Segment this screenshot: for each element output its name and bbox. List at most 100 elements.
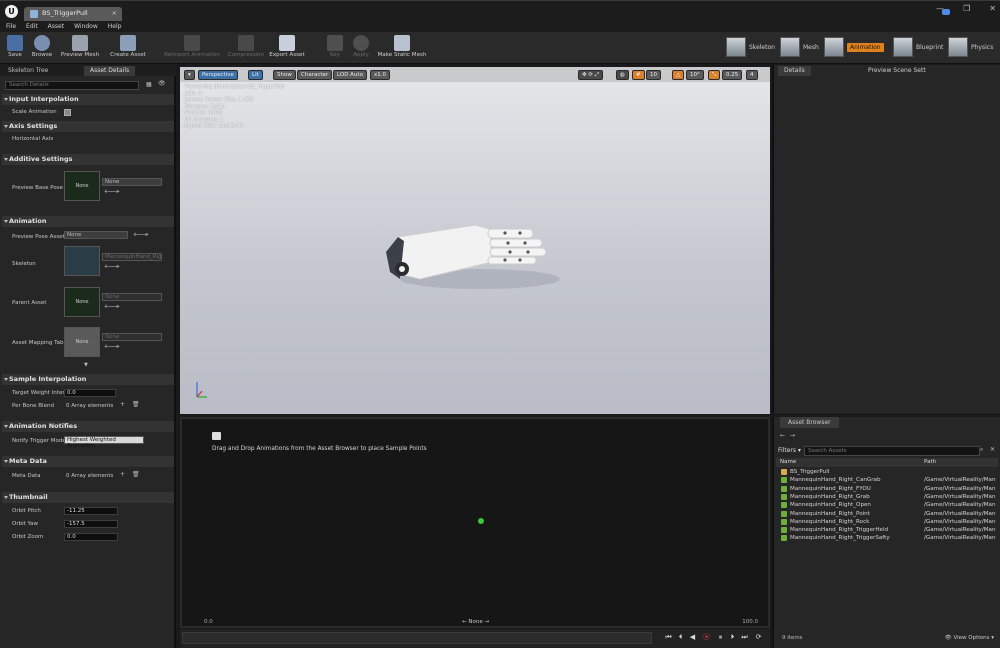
asset-row[interactable]: MannequinHand_Right_FYOU/Game/VirtualRea… (776, 485, 998, 493)
show-button[interactable]: Show (273, 70, 296, 80)
asset-row[interactable]: BS_TriggerPull (776, 468, 998, 476)
clear-search-icon[interactable]: ✕ (990, 446, 995, 453)
compression-button[interactable]: Compression (226, 34, 266, 62)
tab-preview-scene-settings[interactable]: Preview Scene Sett (862, 66, 932, 76)
preview-base-pose-dropdown[interactable]: None (102, 178, 162, 186)
mode-animation[interactable]: Animation (824, 35, 884, 59)
step-forward-icon[interactable]: ⏵ (728, 633, 737, 642)
asset-search-input[interactable]: Search Assets (804, 446, 980, 456)
menu-window[interactable]: Window (74, 21, 98, 32)
rotation-snap-icon[interactable]: △ (672, 70, 685, 80)
filters-button[interactable]: Filters ▾ (778, 447, 801, 454)
record-icon[interactable]: ⦿ (702, 633, 711, 642)
tab-skeleton-tree[interactable]: Skeleton Tree (2, 66, 54, 76)
preview-mesh-button[interactable]: Preview Mesh (58, 34, 102, 62)
parent-asset-dropdown[interactable]: None (102, 293, 162, 301)
scale-snap-icon[interactable]: ⤡ (708, 70, 721, 80)
browse-asset-icon[interactable]: ⌕ (116, 263, 119, 271)
orbit-pitch-input[interactable]: -11.25 (64, 507, 118, 515)
section-axis-settings[interactable]: Axis Settings (2, 121, 174, 132)
play-reverse-icon[interactable]: ◀ (688, 633, 697, 642)
mode-blueprint[interactable]: Blueprint (893, 35, 943, 59)
blend-space-editor[interactable]: Drag and Drop Animations from the Asset … (180, 417, 770, 628)
section-additive-settings[interactable]: Additive Settings (2, 154, 174, 165)
mode-skeleton[interactable]: Skeleton (726, 35, 775, 59)
skip-to-start-icon[interactable]: ⏮ (664, 633, 673, 642)
orbit-yaw-input[interactable]: -157.5 (64, 520, 118, 528)
hand-mesh[interactable] (380, 217, 570, 297)
forward-arrow-icon[interactable]: → (790, 432, 795, 439)
orbit-zoom-input[interactable]: 0.0 (64, 533, 118, 541)
add-element-icon[interactable]: + (120, 401, 125, 408)
section-thumbnail[interactable]: Thumbnail (2, 492, 174, 503)
tab-asset-details[interactable]: Asset Details (84, 66, 136, 76)
section-sample-interpolation[interactable]: Sample Interpolation (2, 374, 174, 385)
section-animation-notifies[interactable]: Animation Notifies (2, 421, 174, 432)
grid-snap-icon[interactable]: # (632, 70, 645, 80)
maximize-button[interactable]: ❐ (963, 4, 970, 16)
menu-file[interactable]: File (6, 21, 16, 32)
key-button[interactable]: Key (325, 34, 345, 62)
menu-help[interactable]: Help (108, 21, 122, 32)
viewport-options-button[interactable]: ▾ (184, 70, 195, 80)
pause-icon[interactable]: ⏸ (716, 633, 725, 642)
target-weight-input[interactable]: 0.0 (64, 389, 116, 397)
delete-elements-icon[interactable]: 🗑 (132, 471, 140, 478)
details-search-input[interactable]: Search Details (5, 81, 139, 90)
asset-row[interactable]: MannequinHand_Right_Point/Game/VirtualRe… (776, 510, 998, 518)
section-meta-data[interactable]: Meta Data (2, 456, 174, 467)
preview-pose-asset-dropdown[interactable]: None (64, 231, 128, 239)
skeleton-dropdown[interactable]: MannequinHand_Right_Skeleton (102, 253, 162, 261)
mode-physics[interactable]: Physics (948, 35, 993, 59)
browse-asset-icon[interactable]: ⌕ (116, 343, 119, 351)
timeline-track[interactable] (182, 632, 652, 644)
apply-button[interactable]: Apply (350, 34, 372, 62)
document-tab[interactable]: BS_TriggerPull × (24, 7, 122, 22)
camera-speed-value[interactable]: 4 (746, 70, 758, 80)
asset-row[interactable]: MannequinHand_Right_Rock/Game/VirtualRea… (776, 518, 998, 526)
back-arrow-icon[interactable]: ← (780, 432, 785, 439)
property-matrix-icon[interactable]: ▦ (146, 81, 152, 88)
browse-button[interactable]: Browse (28, 34, 56, 62)
tab-details[interactable]: Details (778, 66, 811, 76)
asset-row[interactable]: MannequinHand_Right_TriggerHeld/Game/Vir… (776, 526, 998, 534)
view-options-button[interactable]: 👁 View Options ▾ (945, 635, 994, 641)
scale-animation-checkbox[interactable] (64, 109, 71, 116)
create-asset-button[interactable]: Create Asset (106, 34, 150, 62)
close-window-button[interactable]: ✕ (989, 4, 996, 16)
playback-speed-button[interactable]: x1.0 (370, 70, 391, 80)
section-input-interpolation[interactable]: Input Interpolation (2, 94, 174, 105)
character-button[interactable]: Character (297, 70, 333, 80)
loop-icon[interactable]: ⟳ (754, 633, 763, 642)
column-path[interactable]: Path (924, 458, 936, 467)
notify-trigger-mode-dropdown[interactable]: Highest Weighted Animation (64, 436, 144, 449)
minimize-button[interactable]: — (936, 4, 944, 16)
world-local-toggle-icon[interactable]: ◍ (616, 70, 629, 80)
delete-elements-icon[interactable]: 🗑 (132, 401, 140, 408)
reimport-animation-button[interactable]: Reimport Animation (162, 34, 222, 62)
export-asset-button[interactable]: Export Asset (268, 34, 306, 62)
section-animation[interactable]: Animation (2, 216, 174, 227)
preview-sample-point[interactable] (478, 518, 484, 524)
close-tab-icon[interactable]: × (112, 9, 117, 17)
step-back-icon[interactable]: ⏴ (676, 633, 685, 642)
tab-asset-browser[interactable]: Asset Browser (780, 417, 839, 428)
column-name[interactable]: Name (780, 458, 796, 467)
make-static-mesh-button[interactable]: Make Static Mesh (376, 34, 428, 62)
menu-edit[interactable]: Edit (26, 21, 38, 32)
browse-asset-icon[interactable]: ⌕ (116, 188, 119, 196)
visibility-eye-icon[interactable]: 👁 (158, 80, 166, 87)
transform-tools[interactable]: ✥ ⟳ ⤢ (578, 70, 604, 80)
lit-button[interactable]: Lit (248, 70, 263, 80)
advanced-expand-arrow-icon[interactable]: ▼ (84, 362, 88, 368)
menu-asset[interactable]: Asset (48, 21, 64, 32)
rotation-snap-value[interactable]: 10° (686, 70, 704, 80)
preview-viewport[interactable]: ▾ Perspective Lit Show Character LOD Aut… (180, 67, 770, 414)
grid-snap-value[interactable]: 10 (646, 70, 661, 80)
save-button[interactable]: Save (4, 34, 26, 62)
asset-row[interactable]: MannequinHand_Right_TriggerSafty/Game/Vi… (776, 534, 998, 542)
browse-asset-icon[interactable]: ⌕ (145, 231, 148, 239)
mode-mesh[interactable]: Mesh (780, 35, 819, 59)
add-element-icon[interactable]: + (120, 471, 125, 478)
scale-snap-value[interactable]: 0.25 (722, 70, 743, 80)
